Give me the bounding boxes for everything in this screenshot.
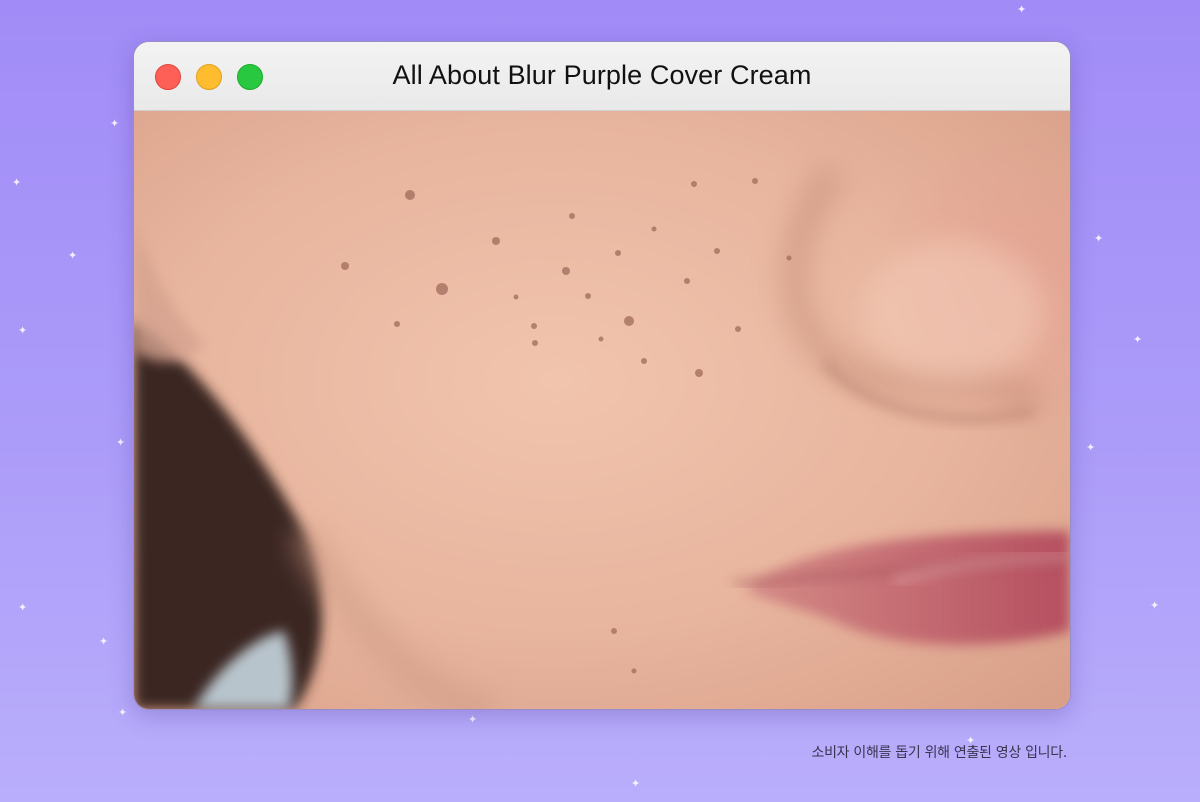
video-frame[interactable]	[134, 111, 1070, 709]
window-title: All About Blur Purple Cover Cream	[392, 60, 812, 90]
sparkle-icon: ✦	[468, 713, 478, 726]
sparkle-icon: ✦	[99, 635, 109, 648]
app-window: All About Blur Purple Cover Cream	[133, 41, 1071, 710]
window-titlebar[interactable]: All About Blur Purple Cover Cream	[134, 42, 1070, 111]
disclaimer-text: 소비자 이해를 돕기 위해 연출된 영상 입니다.	[811, 745, 1068, 761]
sparkle-icon: ✦	[1150, 599, 1160, 612]
sparkle-icon: ✦	[68, 249, 78, 262]
face-closeup-image	[134, 111, 1070, 709]
sparkle-icon: ✦	[110, 117, 120, 130]
sparkle-icon: ✦	[1017, 3, 1027, 16]
sparkle-icon: ✦	[631, 777, 641, 790]
sparkle-icon: ✦	[1133, 333, 1143, 346]
sparkle-icon: ✦	[12, 176, 22, 189]
sparkle-icon: ✦	[1094, 232, 1104, 245]
sparkle-icon: ✦	[116, 436, 126, 449]
sparkle-icon: ✦	[1086, 441, 1096, 454]
sparkle-icon: ✦	[118, 706, 128, 719]
sparkle-icon: ✦	[18, 601, 28, 614]
sparkle-icon: ✦	[18, 324, 28, 337]
